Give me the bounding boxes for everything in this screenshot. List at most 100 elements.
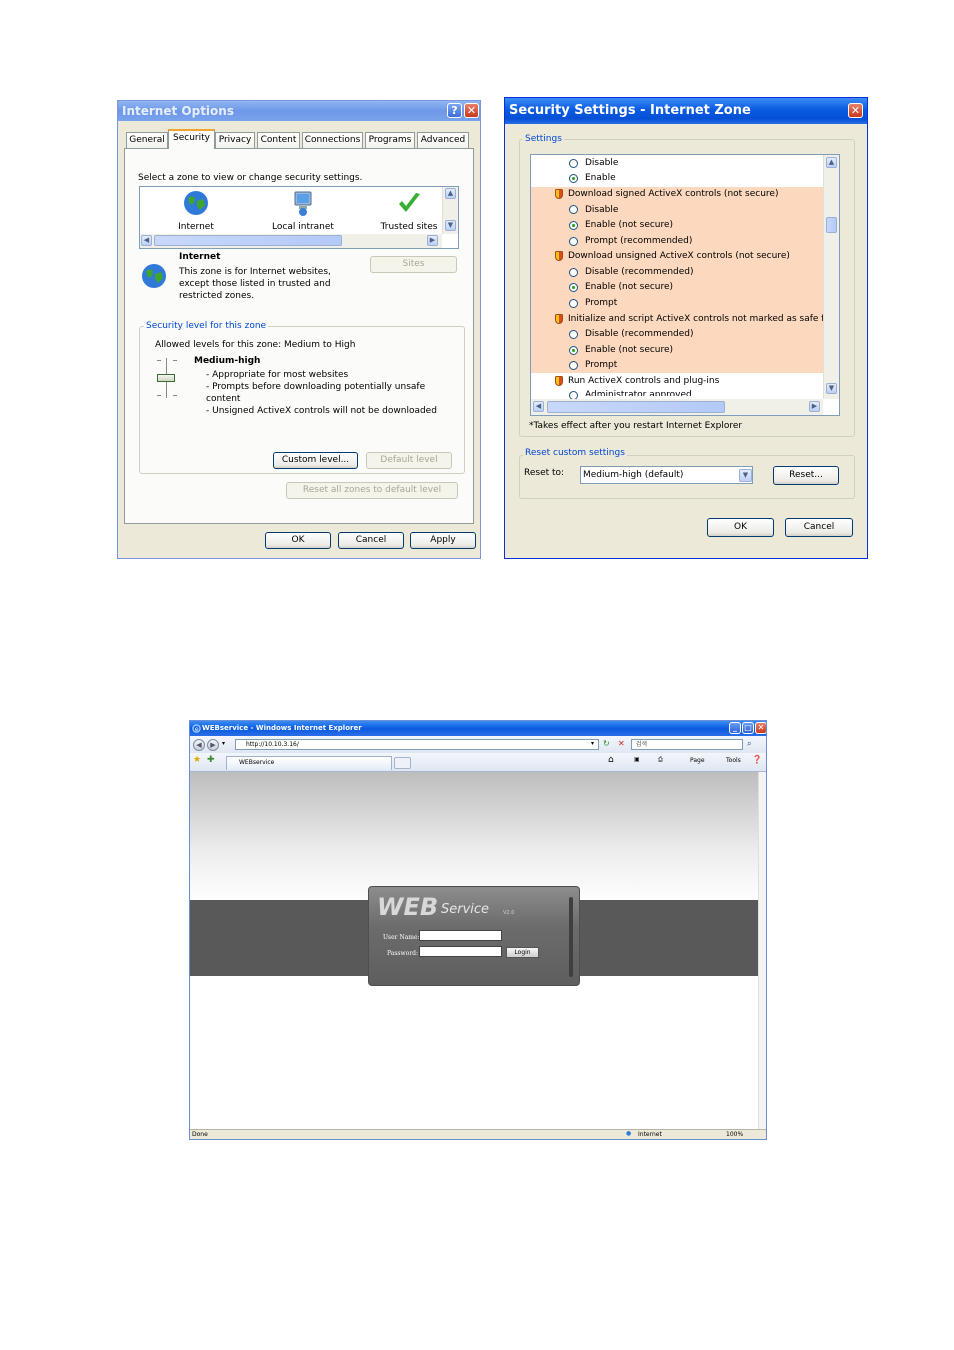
radio-signed-enable[interactable] bbox=[569, 221, 578, 230]
close-title-button[interactable]: ✕ bbox=[464, 103, 479, 118]
scroll-left-arrow-icon: ◀ bbox=[141, 235, 152, 246]
apply-button[interactable]: Apply bbox=[410, 532, 476, 549]
zone-list-hscroll[interactable]: ◀ ▶ bbox=[140, 234, 442, 248]
tools-menu[interactable]: Tools bbox=[726, 757, 741, 764]
tab-webservice[interactable]: WEBservice bbox=[226, 756, 392, 770]
custom-level-button[interactable]: Custom level... bbox=[273, 452, 358, 469]
settings-hscroll[interactable]: ◀ ▶ bbox=[531, 399, 823, 415]
address-dropdown-icon[interactable]: ▾ bbox=[591, 740, 594, 747]
checkmark-icon bbox=[399, 193, 420, 212]
home-icon[interactable]: ⌂ bbox=[608, 755, 614, 765]
cancel-button[interactable]: Cancel bbox=[785, 518, 853, 537]
print-icon[interactable]: ⎙ bbox=[658, 756, 663, 764]
tab-advanced[interactable]: Advanced bbox=[417, 132, 469, 148]
hscroll-thumb[interactable] bbox=[154, 235, 342, 246]
option-unsigned-prompt: Prompt bbox=[585, 298, 618, 308]
tab-content[interactable]: Content bbox=[257, 132, 300, 148]
radio-unsigned-prompt[interactable] bbox=[569, 299, 578, 308]
help-title-button[interactable]: ? bbox=[447, 103, 462, 118]
ok-button[interactable]: OK bbox=[707, 518, 774, 537]
password-label: Password: bbox=[387, 950, 418, 957]
zone-local-intranet[interactable]: Local intranet bbox=[270, 189, 336, 235]
shield-icon bbox=[555, 189, 563, 199]
vscroll-thumb[interactable] bbox=[826, 217, 837, 233]
zone-prompt: Select a zone to view or change security… bbox=[138, 173, 363, 183]
radio-signed-prompt[interactable] bbox=[569, 237, 578, 246]
scroll-right-arrow-icon: ▶ bbox=[427, 235, 438, 246]
cancel-button[interactable]: Cancel bbox=[338, 532, 404, 549]
add-favorite-icon[interactable]: ✚ bbox=[207, 755, 215, 765]
back-arrow-icon[interactable]: ◀ bbox=[193, 739, 205, 751]
internet-options-title: Internet Options bbox=[118, 101, 480, 121]
refresh-icon[interactable]: ↻ bbox=[603, 739, 610, 748]
login-button[interactable]: Login bbox=[506, 947, 539, 958]
reset-to-select[interactable]: Medium-high (default) ▼ bbox=[580, 466, 753, 484]
security-tab-panel: Select a zone to view or change security… bbox=[124, 148, 474, 524]
search-icon[interactable]: ⌕ bbox=[747, 739, 751, 749]
tab-connections[interactable]: Connections bbox=[302, 132, 363, 148]
address-bar[interactable]: http://10.10.3.16/ bbox=[235, 739, 599, 750]
radio-disable-0[interactable] bbox=[569, 159, 578, 168]
history-dropdown-icon[interactable]: ▾ bbox=[222, 740, 225, 747]
zone-trusted-sites[interactable]: Trusted sites bbox=[378, 189, 440, 235]
radio-init-enable[interactable] bbox=[569, 346, 578, 355]
status-bar: Done ● Internet 100% bbox=[190, 1129, 766, 1139]
radio-init-disable[interactable] bbox=[569, 330, 578, 339]
default-level-button[interactable]: Default level bbox=[366, 452, 452, 469]
security-settings-title: Security Settings - Internet Zone bbox=[505, 98, 867, 124]
logo-service: Service bbox=[441, 902, 490, 917]
scroll-down-arrow-icon[interactable]: ▼ bbox=[826, 383, 837, 394]
minimize-button[interactable]: _ bbox=[729, 722, 741, 734]
help-icon[interactable]: ❓ bbox=[752, 755, 762, 764]
zoom-level[interactable]: 100% bbox=[726, 1131, 743, 1138]
level-bullet-2: - Prompts before downloading potentially… bbox=[206, 382, 426, 392]
zone-list-vscroll[interactable]: ▲ ▼ bbox=[442, 187, 458, 234]
scroll-up-arrow-icon[interactable]: ▲ bbox=[445, 188, 456, 199]
ok-button[interactable]: OK bbox=[265, 532, 331, 549]
page-vscroll[interactable] bbox=[758, 772, 766, 1129]
page-menu[interactable]: Page bbox=[690, 757, 705, 764]
reset-all-zones-button[interactable]: Reset all zones to default level bbox=[286, 482, 458, 499]
favorites-star-icon[interactable]: ★ bbox=[193, 755, 201, 765]
zone-internet[interactable]: Internet bbox=[170, 189, 222, 235]
zone-name: Internet bbox=[179, 252, 221, 262]
tab-security[interactable]: Security bbox=[168, 129, 215, 149]
settings-vscroll[interactable]: ▲ ▼ bbox=[823, 155, 839, 399]
username-field[interactable] bbox=[419, 930, 502, 941]
page-content: WEB Service V2.0 User Name: Password: Lo… bbox=[190, 772, 758, 1129]
tab-general[interactable]: General bbox=[126, 132, 168, 148]
new-tab-button[interactable] bbox=[394, 757, 411, 769]
sites-button[interactable]: Sites bbox=[370, 256, 457, 273]
close-button[interactable]: ✕ bbox=[755, 722, 766, 734]
navigation-bar: ◀ ▶ ▾ http://10.10.3.16/ ▾ ↻ ✕ 검색 ⌕ bbox=[190, 736, 766, 753]
tab-privacy[interactable]: Privacy bbox=[215, 132, 255, 148]
radio-unsigned-enable[interactable] bbox=[569, 283, 578, 292]
option-init-disable: Disable (recommended) bbox=[585, 329, 694, 339]
radio-signed-disable[interactable] bbox=[569, 205, 578, 214]
scroll-down-arrow-icon[interactable]: ▼ bbox=[445, 220, 456, 231]
reset-to-value: Medium-high (default) bbox=[583, 470, 684, 480]
option-signed-enable: Enable (not secure) bbox=[585, 220, 674, 230]
radio-unsigned-disable[interactable] bbox=[569, 268, 578, 277]
chevron-down-icon[interactable]: ▼ bbox=[739, 469, 752, 482]
security-slider[interactable] bbox=[151, 358, 183, 398]
maximize-button[interactable]: □ bbox=[742, 722, 754, 734]
scroll-up-arrow-icon[interactable]: ▲ bbox=[826, 157, 837, 168]
network-computer-icon bbox=[294, 191, 312, 216]
option-enable-0: Enable bbox=[585, 173, 616, 183]
logo-version: V2.0 bbox=[503, 910, 515, 916]
radio-init-prompt[interactable] bbox=[569, 361, 578, 370]
radio-enable-0[interactable] bbox=[569, 174, 578, 183]
shield-icon bbox=[555, 314, 563, 324]
zone-label-internet: Internet bbox=[178, 222, 214, 232]
close-title-button[interactable]: ✕ bbox=[848, 103, 863, 118]
feeds-icon[interactable]: ▣ bbox=[634, 756, 640, 763]
forward-arrow-icon[interactable]: ▶ bbox=[207, 739, 219, 751]
reset-button[interactable]: Reset... bbox=[773, 466, 839, 485]
search-input[interactable]: 검색 bbox=[631, 739, 743, 750]
slider-thumb[interactable] bbox=[157, 374, 175, 382]
tab-programs[interactable]: Programs bbox=[365, 132, 415, 148]
password-field[interactable] bbox=[419, 946, 502, 957]
hscroll-thumb[interactable] bbox=[547, 401, 725, 413]
stop-icon[interactable]: ✕ bbox=[618, 739, 625, 748]
